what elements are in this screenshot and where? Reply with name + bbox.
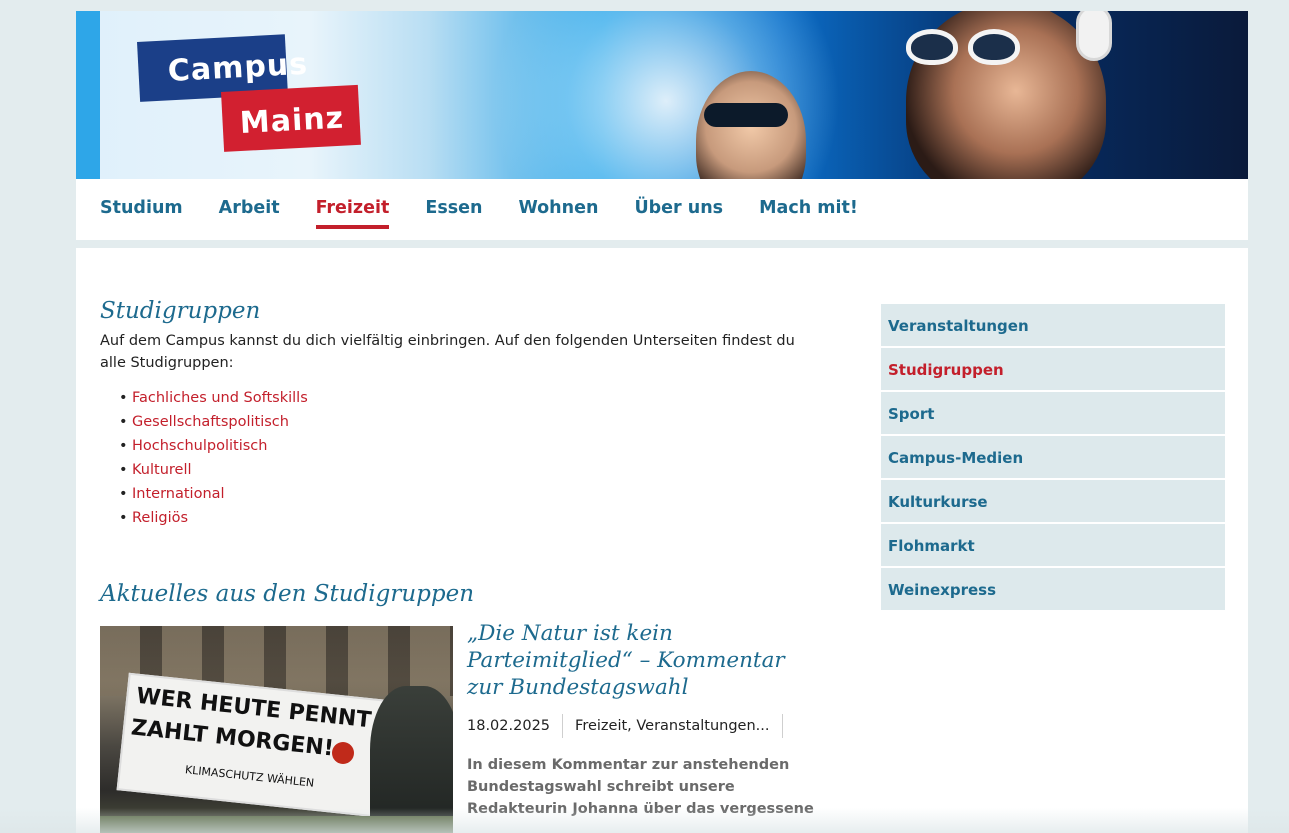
main-column: Studigruppen Auf dem Campus kannst du di…: [100, 298, 830, 530]
nav-item-ueber-uns[interactable]: Über uns: [634, 198, 723, 228]
sidebar-item-weinexpress[interactable]: Weinexpress: [881, 568, 1225, 610]
news-section-title: Aktuelles aus den Studigruppen: [100, 581, 475, 607]
article-title[interactable]: „Die Natur ist kein Parteimitglied“ – Ko…: [467, 620, 817, 701]
page: Campus Mainz Studium Arbeit Freizeit Ess…: [76, 11, 1248, 833]
headphones-decoration: [1076, 11, 1112, 61]
nav-item-arbeit[interactable]: Arbeit: [219, 198, 280, 228]
sidebar-navigation: Veranstaltungen Studigruppen Sport Campu…: [881, 304, 1225, 612]
link-hochschulpolitisch[interactable]: Hochschulpolitisch: [119, 434, 830, 458]
sunglasses-decoration: [704, 103, 788, 127]
sidebar-item-studigruppen[interactable]: Studigruppen: [881, 348, 1225, 390]
bottom-fade-overlay: [0, 808, 1289, 833]
intro-text: Auf dem Campus kannst du dich vielfältig…: [100, 333, 795, 371]
article-categories[interactable]: Freizeit, Veranstaltungen...: [575, 714, 783, 738]
nav-item-essen[interactable]: Essen: [425, 198, 482, 228]
nav-item-freizeit[interactable]: Freizeit: [315, 198, 389, 229]
article-thumbnail[interactable]: WER HEUTE PENNT ZAHLT MORGEN! KLIMASCHUT…: [100, 626, 453, 833]
logo-text-campus: Campus: [167, 46, 309, 89]
article-date: 18.02.2025: [467, 714, 564, 738]
studigruppen-link-list: Fachliches und Softskills Gesellschaftsp…: [119, 386, 830, 530]
link-kulturell[interactable]: Kulturell: [119, 458, 830, 482]
main-navigation: Studium Arbeit Freizeit Essen Wohnen Übe…: [76, 179, 1248, 240]
campus-mainz-logo[interactable]: Campus Mainz: [137, 34, 367, 162]
logo-text-mainz: Mainz: [239, 100, 345, 141]
sidebar-item-campus-medien[interactable]: Campus-Medien: [881, 436, 1225, 478]
banner-light-glow: [456, 11, 876, 179]
banner-text-line3: KLIMASCHUTZ WÄHLEN: [184, 763, 315, 790]
sidebar-item-veranstaltungen[interactable]: Veranstaltungen: [881, 304, 1225, 346]
banner-red-dot: [332, 742, 354, 764]
sidebar-item-sport[interactable]: Sport: [881, 392, 1225, 434]
link-fachliches[interactable]: Fachliches und Softskills: [119, 386, 830, 410]
sidebar-item-kulturkurse[interactable]: Kulturkurse: [881, 480, 1225, 522]
link-gesellschaftspolitisch[interactable]: Gesellschaftspolitisch: [119, 410, 830, 434]
nav-item-studium[interactable]: Studium: [100, 198, 183, 228]
sidebar-item-flohmarkt[interactable]: Flohmarkt: [881, 524, 1225, 566]
header-banner: Campus Mainz: [76, 11, 1248, 179]
heart-sunglasses-decoration: [906, 29, 1026, 69]
nav-item-wohnen[interactable]: Wohnen: [518, 198, 598, 228]
article-meta: 18.02.2025 Freizeit, Veranstaltungen...: [467, 714, 817, 738]
article-body: „Die Natur ist kein Parteimitglied“ – Ko…: [467, 620, 817, 820]
page-title: Studigruppen: [100, 298, 261, 324]
link-religioes[interactable]: Religiös: [119, 506, 830, 530]
banner-accent-strip: [76, 11, 100, 179]
content-area: Studigruppen Auf dem Campus kannst du di…: [76, 248, 1248, 833]
nav-item-mach-mit[interactable]: Mach mit!: [759, 198, 858, 228]
link-international[interactable]: International: [119, 482, 830, 506]
